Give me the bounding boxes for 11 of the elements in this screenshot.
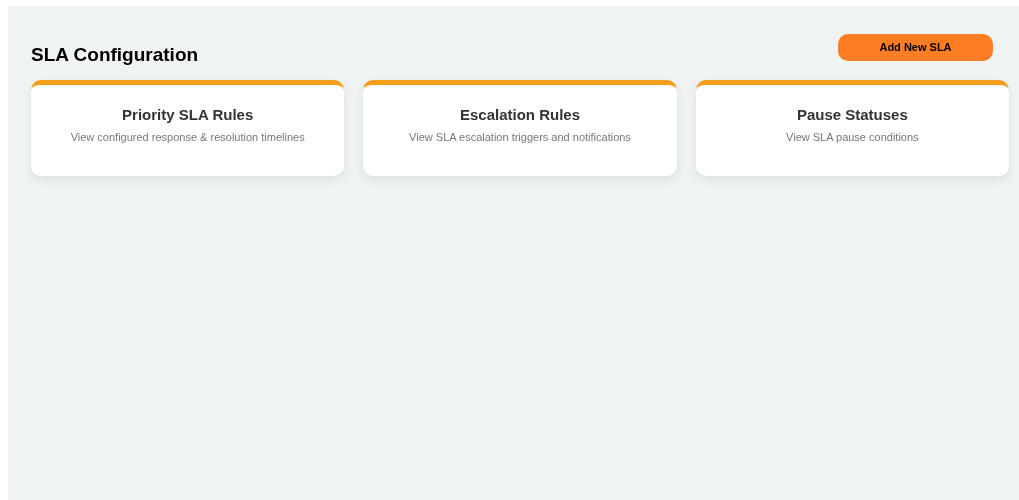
add-sla-button[interactable]: Add New SLA [838,34,993,61]
card-description: View SLA escalation triggers and notifications [409,130,631,144]
rule-card[interactable]: Priority SLA Rules View configured response & resolution timelines [31,80,345,176]
card-title: Pause Statuses [796,106,908,124]
rule-card[interactable]: Escalation Rules View SLA escalation triggers and notifications [363,80,677,176]
card-description: View configured response & resolution timelines [70,130,305,144]
page-title: SLA Configuration [31,43,199,67]
rule-card[interactable]: Pause Statuses View SLA pause conditions [695,80,1009,176]
card-title: Escalation Rules [459,106,580,124]
card-description: View SLA pause conditions [786,130,919,144]
card-title: Priority SLA Rules [122,106,254,124]
